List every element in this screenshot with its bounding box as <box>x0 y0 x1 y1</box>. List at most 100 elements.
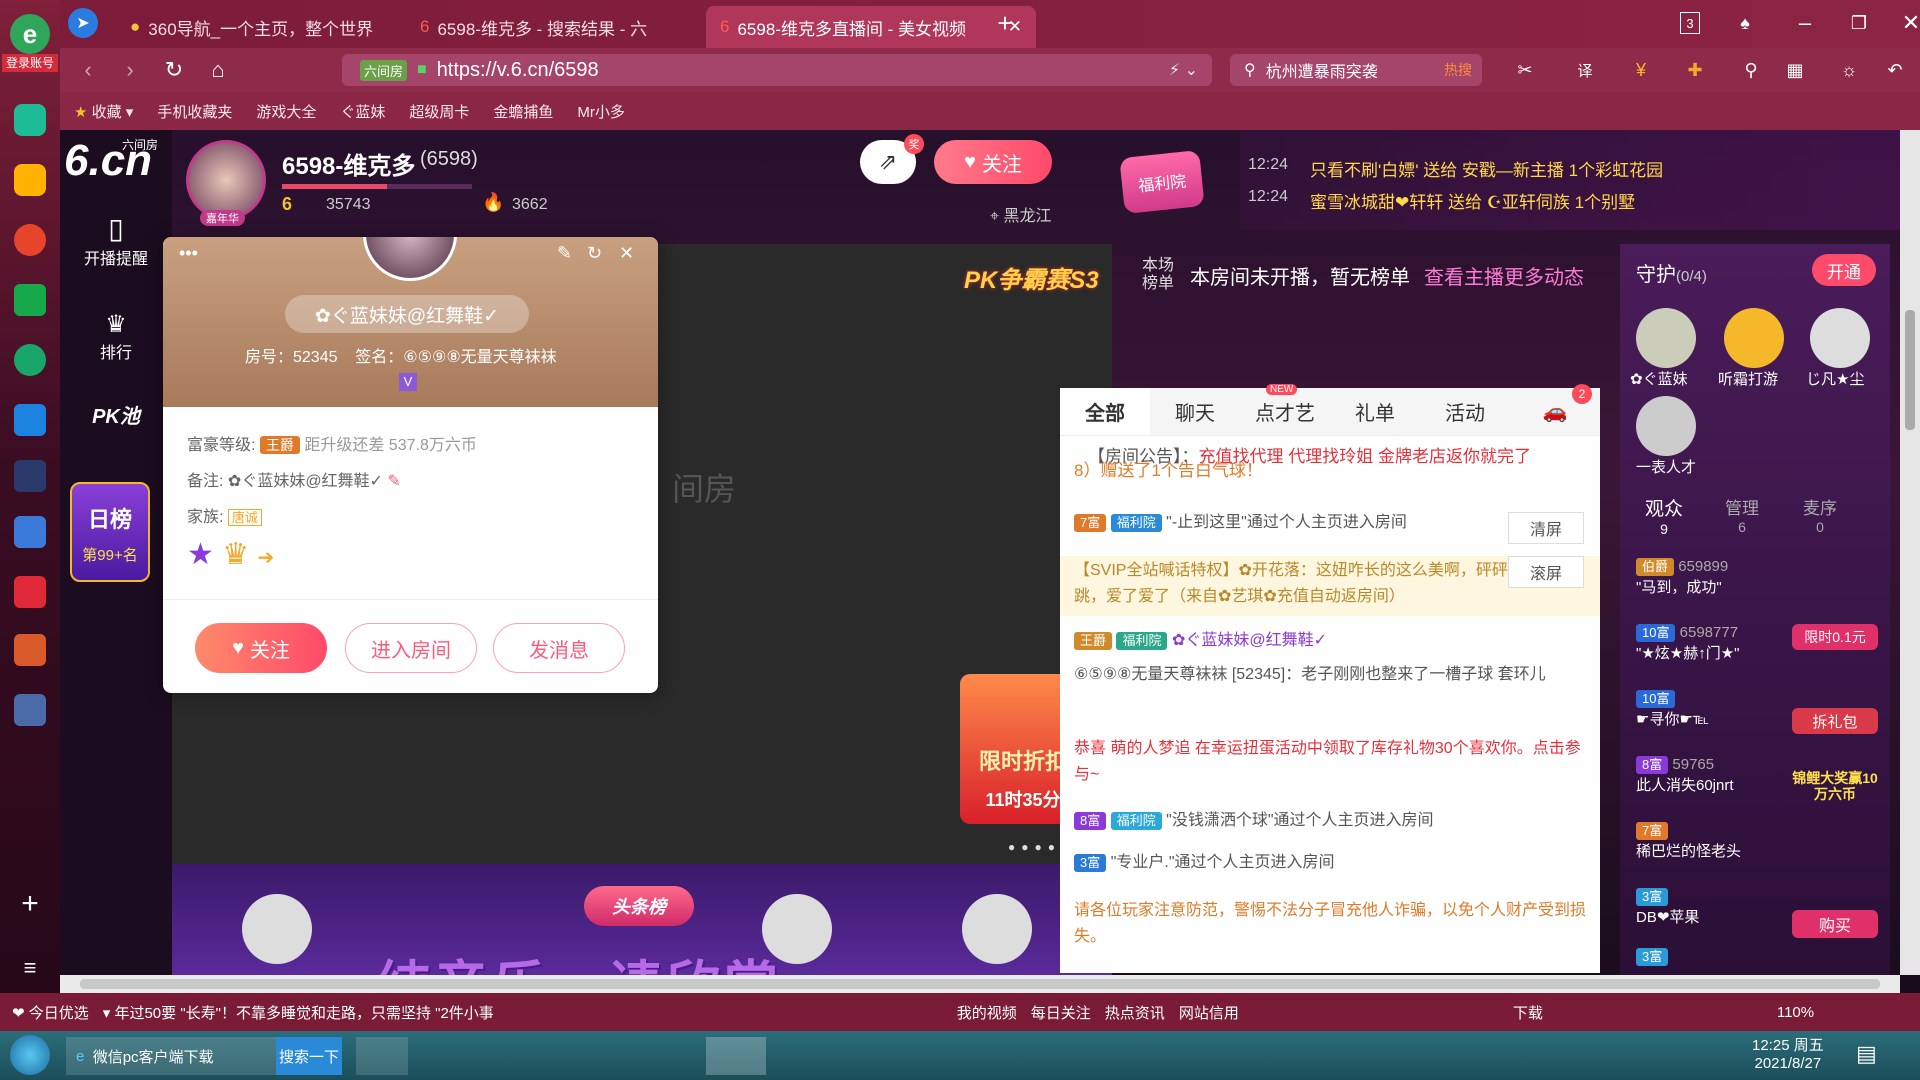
search-box[interactable]: ⚲ 杭州遭暴雨突袭 热搜 <box>1230 54 1482 86</box>
undo-icon[interactable]: ↶ <box>1880 56 1910 84</box>
send-message-button[interactable]: 发消息 <box>493 623 625 673</box>
seat-avatar[interactable] <box>242 894 312 964</box>
promo-flash-sale[interactable]: 限时0.1元 <box>1792 624 1878 650</box>
hot-news-link[interactable]: 热点资讯 <box>1105 1002 1165 1023</box>
taskbar-item[interactable]: e 微信pc客户端下载 <box>66 1037 276 1075</box>
nav-ranking[interactable]: ♛ 排行 <box>60 310 172 363</box>
dropdown-icon[interactable]: ⚡ ⌄ <box>1169 60 1198 80</box>
vertical-scrollbar[interactable] <box>1900 130 1920 975</box>
minimize-icon[interactable]: – <box>1790 8 1820 38</box>
app-icon[interactable] <box>14 694 46 726</box>
news-ticker[interactable]: ▾ 年过50要 "长寿"！不靠多睡觉和走路，只需坚持 "2件小事 <box>103 1002 523 1023</box>
guardian-avatar[interactable] <box>1636 308 1696 368</box>
browser-icon[interactable] <box>566 1037 618 1075</box>
bookmark-item[interactable]: ぐ蓝妹 <box>340 101 385 122</box>
scissors-icon[interactable]: ✂ <box>1510 56 1540 84</box>
forward-icon[interactable]: › <box>116 56 144 84</box>
browser-logo-icon[interactable]: e <box>10 14 50 54</box>
home-icon[interactable]: ⌂ <box>204 56 232 84</box>
tab-search-results[interactable]: 6 6598-维克多 - 搜索结果 - 六 <box>406 6 696 48</box>
carousel-dots[interactable]: ●●●● <box>1008 840 1061 854</box>
tab-activity[interactable]: 活动 <box>1420 388 1510 435</box>
login-account-button[interactable]: 登录账号 <box>2 54 58 72</box>
navigation-icon[interactable]: ➤ <box>68 8 98 38</box>
add-icon[interactable]: + <box>14 887 46 920</box>
tab-all[interactable]: 全部 <box>1060 388 1150 435</box>
zoom-level[interactable]: 110% <box>1777 1004 1814 1021</box>
viewer-row[interactable]: 3富 <box>1636 948 1669 966</box>
video-app-icon[interactable] <box>14 576 46 608</box>
game-icon[interactable] <box>14 634 46 666</box>
popup-follow-button[interactable]: ♥ 关注 <box>195 623 327 673</box>
weibo-icon[interactable] <box>14 224 46 256</box>
auto-scroll-button[interactable]: 滚屏 <box>1508 556 1584 588</box>
scroll-thumb[interactable] <box>80 979 1880 989</box>
tab-360-navigation[interactable]: ● 360导航_一个主页，整个世界 <box>116 6 396 48</box>
ie-icon[interactable] <box>426 1037 478 1075</box>
app-icon[interactable] <box>706 1037 766 1075</box>
viewer-row[interactable]: 伯爵 659899 "马到，成功" <box>1636 558 1728 597</box>
translate-icon[interactable]: 译 <box>1570 56 1600 84</box>
bookmark-favorites[interactable]: ★ 收藏 ▾ <box>74 101 133 122</box>
bookmark-item[interactable]: Mr小多 <box>577 101 625 122</box>
seat-avatar[interactable] <box>962 894 1032 964</box>
viewer-row[interactable]: 7富 稀巴烂的怪老头 <box>1636 822 1741 861</box>
refresh-icon[interactable]: ↻ <box>587 243 602 264</box>
p-app-icon[interactable] <box>14 404 46 436</box>
site-credit-link[interactable]: 网站信用 <box>1179 1002 1239 1023</box>
tab-viewers[interactable]: 观众 9 <box>1634 494 1694 537</box>
open-guard-button[interactable]: 开通 <box>1812 254 1876 286</box>
tab-count-badge[interactable]: 3 <box>1680 12 1700 34</box>
tab-chat[interactable]: 聊天 <box>1150 388 1240 435</box>
nav-broadcast-reminder[interactable]: ▯ 开播提醒 <box>60 212 172 269</box>
more-icon[interactable]: ••• <box>179 243 198 264</box>
sidebar-app-icon[interactable] <box>14 104 46 136</box>
promo-koi[interactable]: 锦鲤大奖赢10万六币 <box>1790 770 1880 802</box>
daily-follow-link[interactable]: 每日关注 <box>1031 1002 1091 1023</box>
viewer-row[interactable]: 10富 6598777 "★炫★赫↑门★" <box>1636 624 1740 663</box>
game-app-icon[interactable] <box>14 460 46 492</box>
promo-gift-pack[interactable]: 拆礼包 <box>1792 708 1878 734</box>
headline-badge[interactable]: 头条榜 <box>584 886 694 926</box>
viewer-row[interactable]: 8富 59765 此人消失60jnrt <box>1636 756 1734 795</box>
doc-icon[interactable] <box>14 516 46 548</box>
notification-icon[interactable]: ▤ <box>1856 1041 1886 1071</box>
address-bar[interactable]: 六间房 ■ https://v.6.cn/6598 ⚡ ⌄ <box>342 54 1212 86</box>
horizontal-scrollbar[interactable] <box>60 975 1900 993</box>
chevron-right-icon[interactable]: ➔ <box>257 547 274 569</box>
tab-talent[interactable]: 点才艺 <box>1240 388 1330 435</box>
close-window-icon[interactable]: ✕ <box>1896 8 1920 38</box>
brightness-icon[interactable]: ☼ <box>1834 56 1864 84</box>
pk-banner[interactable]: PK争霸赛S3 <box>964 260 1099 295</box>
hot-search-label[interactable]: 热搜 <box>1444 60 1472 80</box>
edit-note-icon[interactable]: ✎ <box>387 473 400 490</box>
player-icon[interactable] <box>636 1037 688 1075</box>
guardian-avatar[interactable] <box>1810 308 1870 368</box>
viewer-row[interactable]: 10富 ☛寻你☛℡ <box>1636 690 1709 729</box>
close-icon[interactable]: ✕ <box>619 243 634 264</box>
bookmark-item[interactable]: 游戏大全 <box>256 101 316 122</box>
back-icon[interactable]: ‹ <box>74 56 102 84</box>
find-icon[interactable]: ⚲ <box>1736 56 1766 84</box>
tab-managers[interactable]: 管理 6 <box>1712 494 1772 535</box>
tab-mic-queue[interactable]: 麦序 0 <box>1790 494 1850 535</box>
star-icon[interactable] <box>14 164 46 196</box>
download-link[interactable]: 下载 <box>1513 1002 1543 1023</box>
gamepad-icon[interactable]: ✚ <box>1680 56 1710 84</box>
menu-icon[interactable]: ≡ <box>14 952 46 984</box>
tab-live-room[interactable]: 6 6598-维克多直播间 - 美女视频 ✕ <box>706 6 1036 48</box>
viewer-row[interactable]: 3富 DB❤苹果 <box>1636 888 1699 927</box>
shirt-icon[interactable]: ♠ <box>1730 8 1760 38</box>
cloud-icon[interactable] <box>14 344 46 376</box>
enter-room-button[interactable]: 进入房间 <box>345 623 477 673</box>
guardian-avatar[interactable] <box>1724 308 1784 368</box>
restore-icon[interactable]: ❐ <box>1844 8 1874 38</box>
clear-screen-button[interactable]: 清屏 <box>1508 512 1584 544</box>
fuli-badge[interactable]: 福利院 <box>1119 149 1205 215</box>
refresh-icon[interactable]: ↻ <box>160 56 188 84</box>
new-tab-icon[interactable]: + <box>990 8 1020 38</box>
bookmark-item[interactable]: 手机收藏夹 <box>157 101 232 122</box>
grid-icon[interactable]: ▦ <box>1780 56 1810 84</box>
anchor-avatar[interactable] <box>186 140 266 220</box>
today-picks[interactable]: ❤ 今日优选 <box>12 1002 89 1023</box>
